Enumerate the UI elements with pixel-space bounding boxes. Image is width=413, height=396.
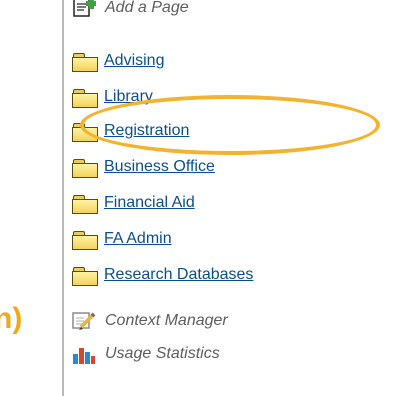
folder-label[interactable]: Financial Aid [104,194,195,212]
left-panel-fragment: n) [0,0,62,396]
folder-icon [72,122,98,142]
context-manager-icon [72,311,96,331]
folder-label[interactable]: Library [104,88,153,106]
folder-icon [72,158,98,178]
folder-link-business-office[interactable]: Business Office [72,155,215,179]
folder-link-research-databases[interactable]: Research Databases [72,263,253,287]
folder-icon [72,230,98,250]
add-page-label: Add a Page [105,0,189,16]
folder-icon [72,52,98,72]
usage-statistics-link[interactable]: Usage Statistics [72,342,220,366]
folder-label[interactable]: Research Databases [104,266,253,284]
bar-chart-icon [72,344,96,364]
context-manager-link[interactable]: Context Manager [72,309,228,333]
context-manager-label: Context Manager [105,312,228,329]
folder-icon [72,88,98,108]
add-page-icon [72,0,96,18]
cutoff-left-text: n) [0,302,23,335]
folder-link-financial-aid[interactable]: Financial Aid [72,191,195,215]
folder-label[interactable]: Registration [104,122,189,140]
folder-icon [72,194,98,214]
folder-icon [72,266,98,286]
page: n) Add a Page Advising Library Registrat… [0,0,413,396]
folder-label[interactable]: Business Office [104,158,215,176]
site-navigation-panel: Add a Page Advising Library Registration… [64,0,413,396]
folder-label[interactable]: Advising [104,52,164,70]
folder-link-library[interactable]: Library [72,85,153,109]
folder-link-advising[interactable]: Advising [72,49,164,73]
folder-label[interactable]: FA Admin [104,230,172,248]
usage-statistics-label: Usage Statistics [105,345,220,362]
folder-link-registration[interactable]: Registration [72,119,189,143]
add-page-link[interactable]: Add a Page [72,0,189,20]
folder-link-fa-admin[interactable]: FA Admin [72,227,172,251]
